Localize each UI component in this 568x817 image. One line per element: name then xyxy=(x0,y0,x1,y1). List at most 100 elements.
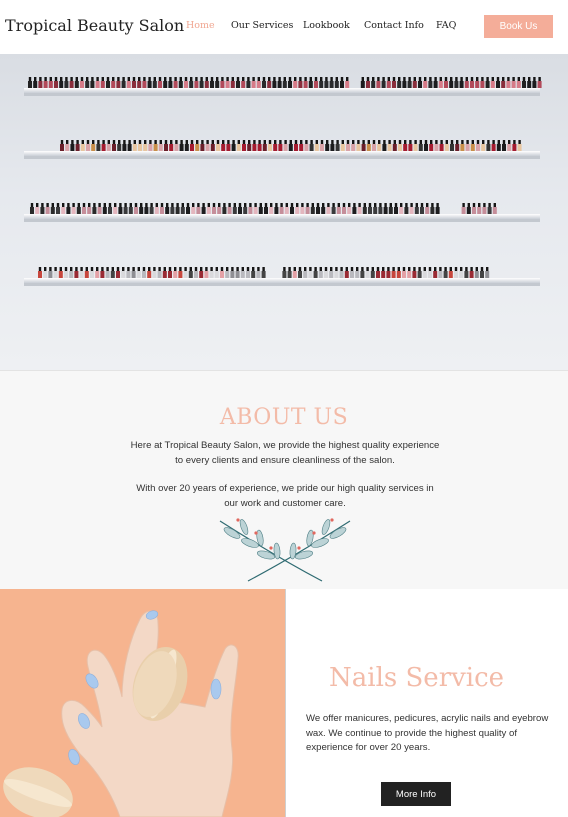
polish-bottle xyxy=(486,144,491,151)
polish-cap xyxy=(232,140,235,144)
polish-cap xyxy=(353,203,356,207)
polish-bottle xyxy=(230,81,235,88)
shelf-shadow xyxy=(24,93,540,96)
polish-bottle xyxy=(413,144,418,151)
nav-lookbook[interactable]: Lookbook xyxy=(303,20,350,31)
polish-cap xyxy=(439,77,442,81)
polish-cap xyxy=(467,203,470,207)
shelf xyxy=(24,151,540,156)
polish-bottle xyxy=(184,144,189,151)
polish-bottle xyxy=(387,144,392,151)
polish-cap xyxy=(410,203,413,207)
polish-cap xyxy=(212,203,216,207)
polish-cap xyxy=(361,267,364,271)
polish-bottle xyxy=(206,207,211,214)
polish-cap xyxy=(309,77,312,81)
polish-cap xyxy=(116,267,120,271)
polish-cap xyxy=(387,267,390,271)
polish-cap xyxy=(96,267,99,271)
shelf xyxy=(24,278,540,283)
polish-cap xyxy=(314,267,317,271)
polish-bottle xyxy=(106,144,111,151)
polish-bottle xyxy=(428,271,432,278)
polish-bottle xyxy=(240,271,245,278)
polish-bottle xyxy=(425,207,430,214)
polish-cap xyxy=(384,203,387,207)
polish-cap xyxy=(382,267,385,271)
polish-bottle xyxy=(487,207,492,214)
polish-cap xyxy=(49,77,52,81)
polish-cap xyxy=(257,77,260,81)
polish-bottle xyxy=(165,207,170,214)
polish-cap xyxy=(81,140,84,144)
polish-cap xyxy=(492,140,495,144)
polish-bottle xyxy=(251,81,256,88)
polish-bottle xyxy=(356,144,361,151)
nav-our-services[interactable]: Our Services xyxy=(231,20,293,31)
polish-cap xyxy=(128,140,131,144)
polish-cap xyxy=(283,267,286,271)
polish-cap xyxy=(470,267,473,271)
polish-bottle xyxy=(372,144,376,151)
nav-contact-info[interactable]: Contact Info xyxy=(364,20,424,31)
polish-cap xyxy=(470,77,474,81)
polish-bottle xyxy=(278,144,283,151)
polish-bottle xyxy=(190,144,194,151)
polish-bottle xyxy=(335,144,340,151)
polish-cap xyxy=(259,203,262,207)
polish-bottle xyxy=(516,81,521,88)
polish-cap xyxy=(330,267,333,271)
polish-cap xyxy=(236,77,240,81)
polish-cap xyxy=(140,203,143,207)
polish-bottle xyxy=(43,81,48,88)
polish-cap xyxy=(486,77,489,81)
site-logo[interactable]: Tropical Beauty Salon xyxy=(5,16,184,35)
polish-cap xyxy=(132,77,136,81)
polish-cap xyxy=(70,267,73,271)
polish-bottle xyxy=(45,207,50,214)
polish-bottle xyxy=(110,271,115,278)
polish-bottle xyxy=(92,207,97,214)
polish-cap xyxy=(226,267,229,271)
polish-cap xyxy=(290,203,294,207)
polish-cap xyxy=(181,203,184,207)
polish-bottle xyxy=(370,271,375,278)
polish-bottle xyxy=(477,207,482,214)
polish-cap xyxy=(190,77,193,81)
book-us-button[interactable]: Book Us xyxy=(484,15,553,38)
nav-faq[interactable]: FAQ xyxy=(436,20,456,31)
polish-cap xyxy=(179,77,182,81)
polish-bottle xyxy=(105,271,110,278)
polish-bottle xyxy=(35,207,40,214)
polish-bottle xyxy=(295,207,300,214)
polish-bottle xyxy=(303,271,308,278)
nav-home[interactable]: Home xyxy=(186,20,215,31)
polish-cap xyxy=(98,203,101,207)
polish-bottle xyxy=(236,144,241,151)
polish-cap xyxy=(294,140,298,144)
hero-image xyxy=(0,54,568,370)
polish-bottle xyxy=(366,81,370,88)
polish-bottle xyxy=(227,207,232,214)
polish-bottle xyxy=(481,144,486,151)
about-paragraph-2: With over 20 years of experience, we pri… xyxy=(136,483,434,509)
more-info-button[interactable]: More Info xyxy=(381,782,451,806)
polish-bottle xyxy=(243,207,248,214)
polish-cap xyxy=(352,140,355,144)
polish-cap xyxy=(51,203,54,207)
polish-cap xyxy=(142,267,146,271)
polish-bottle xyxy=(134,207,138,214)
polish-bottle xyxy=(241,81,246,88)
polish-bottle xyxy=(465,144,470,151)
nails-service-title: Nails Service xyxy=(329,663,505,693)
polish-cap xyxy=(233,203,236,207)
polish-cap xyxy=(106,267,109,271)
polish-cap xyxy=(460,267,463,271)
polish-bottle xyxy=(138,144,142,151)
polish-cap xyxy=(522,77,526,81)
polish-cap xyxy=(138,77,141,81)
polish-cap xyxy=(298,267,302,271)
polish-bottle xyxy=(54,81,58,88)
polish-bottle xyxy=(397,81,402,88)
polish-cap xyxy=(320,140,324,144)
